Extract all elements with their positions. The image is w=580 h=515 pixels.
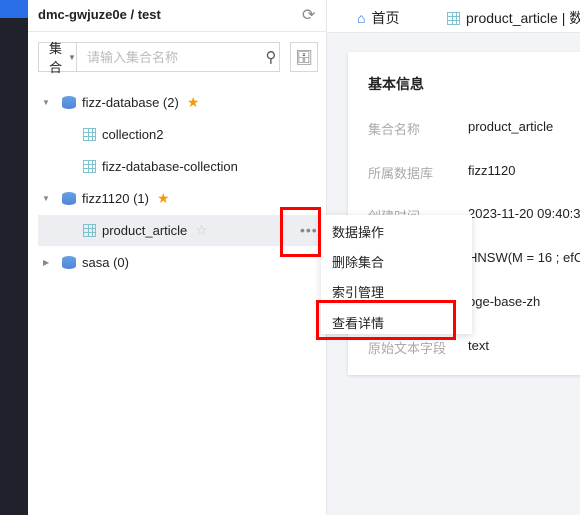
search-type-select[interactable]: 集合 ▼: [39, 41, 77, 75]
tree-item-label: sasa (0): [82, 255, 129, 270]
refresh-icon[interactable]: ⟳: [302, 5, 315, 25]
database-icon: [62, 192, 76, 205]
field-label: 集合名称: [368, 122, 421, 137]
tree-item-database[interactable]: ▶ sasa (0): [38, 247, 320, 278]
field-value: 2023-11-20 09:40:36: [468, 206, 580, 221]
star-outline-icon[interactable]: ☆: [195, 222, 208, 239]
menu-item-delete-collection[interactable]: 删除集合: [332, 252, 384, 271]
tree-item-label: fizz1120 (1): [82, 191, 149, 206]
highlight-box: [316, 300, 456, 340]
search-input[interactable]: [76, 43, 263, 71]
star-icon[interactable]: ★: [157, 190, 170, 207]
search-box: 集合 ▼ ⚲: [38, 41, 280, 75]
tab-label: product_article | 数: [466, 10, 580, 26]
caret-down-icon[interactable]: ▼: [42, 194, 50, 203]
tree-item-label: product_article: [102, 223, 188, 238]
divider: [28, 31, 327, 32]
select-value: 集合: [49, 41, 63, 75]
field-label: 所属数据库: [368, 166, 434, 181]
tab-home[interactable]: ⌂ 首页: [357, 8, 399, 28]
tab-product-article[interactable]: product_article | 数: [447, 8, 580, 28]
tree-item-collection[interactable]: fizz-database-collection: [38, 151, 320, 182]
tab-bar: ⌂ 首页 product_article | 数: [327, 0, 580, 33]
table-icon: [83, 224, 96, 237]
star-icon[interactable]: ★: [187, 94, 200, 111]
menu-item-index-management[interactable]: 索引管理: [332, 282, 384, 301]
search-icon[interactable]: ⚲: [263, 48, 279, 66]
tree-item-collection-selected[interactable]: product_article ☆ •••: [38, 215, 320, 246]
database-add-icon: 🗄: [295, 48, 313, 65]
database-icon: [62, 256, 76, 269]
table-icon: [83, 128, 96, 141]
database-icon: [62, 96, 76, 109]
left-nav: [0, 0, 28, 515]
tree-item-label: collection2: [102, 127, 164, 142]
field-label: 原始文本字段: [368, 341, 447, 356]
table-icon: [447, 11, 460, 25]
field-value: fizz1120: [468, 163, 516, 178]
card-title: 基本信息: [368, 76, 424, 92]
field-value: HNSW(M = 16 ; efCo: [468, 250, 580, 265]
highlight-box: [280, 207, 321, 257]
caret-down-icon: ▼: [68, 52, 76, 62]
tree-item-collection[interactable]: collection2: [38, 119, 320, 150]
collection-panel: dmc-gwjuze0e / test ⟳ 集合 ▼ ⚲ 🗄 ▼ fizz-dat…: [28, 0, 327, 515]
field-value: product_article: [468, 119, 554, 134]
instance-title: dmc-gwjuze0e / test: [38, 7, 161, 22]
tree-item-database[interactable]: ▼ fizz1120 (1) ★: [38, 183, 320, 214]
caret-down-icon[interactable]: ▼: [42, 98, 50, 107]
nav-active-item[interactable]: [0, 0, 28, 18]
tree-item-label: fizz-database (2): [82, 95, 179, 110]
tab-label: 首页: [371, 10, 400, 26]
add-database-button[interactable]: 🗄: [290, 42, 318, 72]
table-icon: [83, 160, 96, 173]
field-value: bge-base-zh: [468, 294, 541, 309]
home-icon: ⌂: [357, 10, 366, 26]
menu-item-data-operation[interactable]: 数据操作: [332, 222, 384, 241]
tree-item-label: fizz-database-collection: [102, 159, 238, 174]
caret-right-icon[interactable]: ▶: [43, 258, 49, 267]
tree-item-database[interactable]: ▼ fizz-database (2) ★: [38, 87, 320, 118]
field-value: text: [468, 338, 489, 353]
